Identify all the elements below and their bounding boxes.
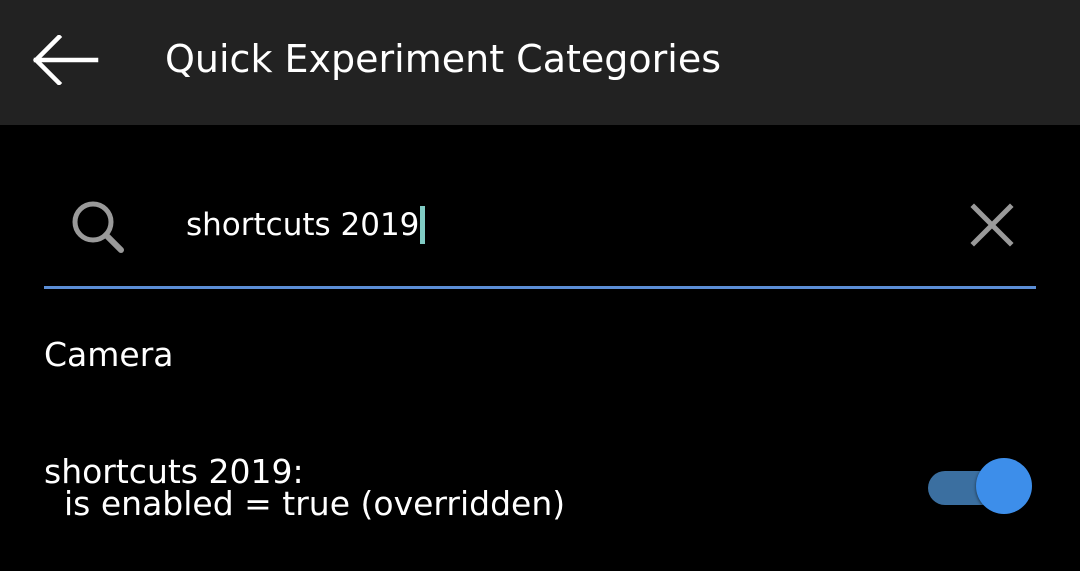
- search-input[interactable]: shortcuts 2019: [186, 200, 426, 250]
- search-underline: [44, 286, 1036, 289]
- search-bar: shortcuts 2019: [44, 180, 1036, 290]
- search-icon: [66, 195, 130, 259]
- list-item[interactable]: shortcuts 2019: is enabled = true (overr…: [0, 440, 1080, 540]
- experiment-toggle[interactable]: [928, 456, 1032, 514]
- clear-search-button[interactable]: [960, 193, 1024, 257]
- text-caret: [420, 206, 426, 244]
- experiment-status: is enabled = true (overridden): [64, 484, 566, 523]
- back-button[interactable]: [20, 24, 110, 96]
- page-title: Quick Experiment Categories: [165, 37, 721, 81]
- close-icon: [970, 203, 1014, 247]
- toggle-thumb: [976, 458, 1032, 514]
- category-header: Camera: [44, 335, 174, 374]
- arrow-left-icon: [32, 35, 99, 85]
- search-input-text: shortcuts 2019: [186, 207, 420, 243]
- toolbar: Quick Experiment Categories: [0, 0, 1080, 125]
- quick-experiment-categories-screen: Quick Experiment Categories shortcuts 20…: [0, 0, 1080, 571]
